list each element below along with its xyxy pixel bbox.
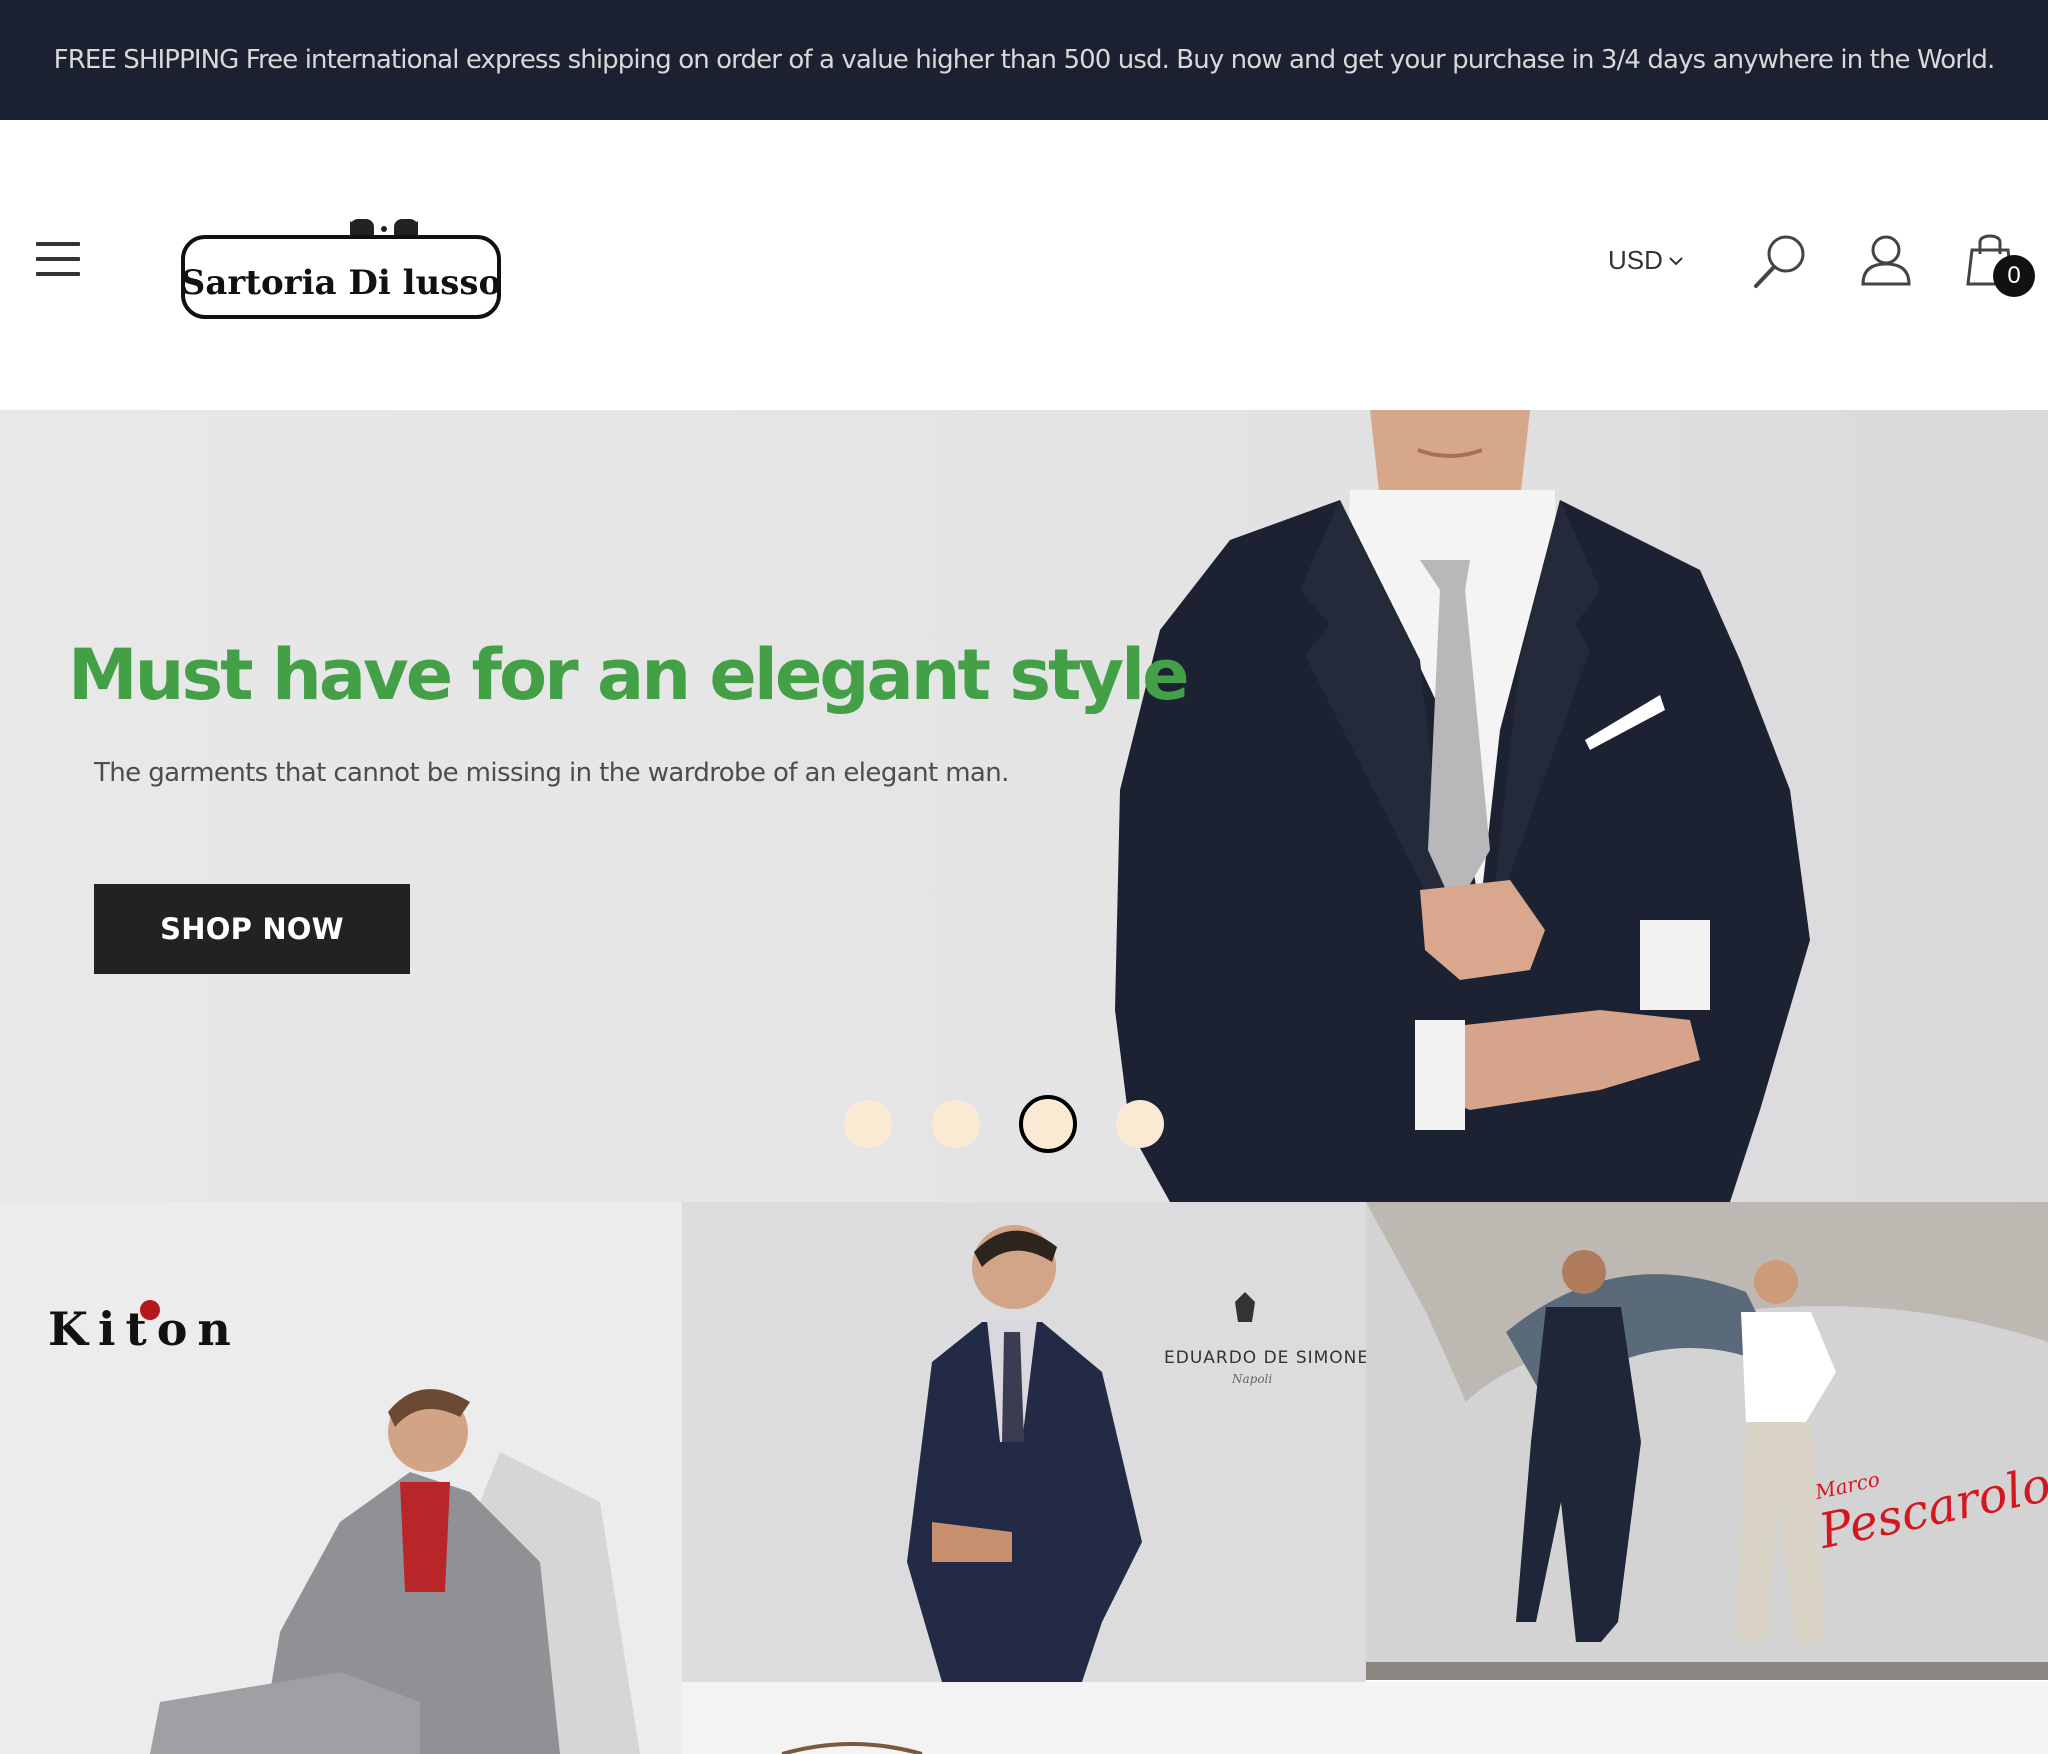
shop-now-button[interactable]: SHOP NOW [94,884,410,974]
hero-title: Must have for an elegant style [68,634,1190,716]
eduardo-de-simone-model-image [907,1225,1255,1682]
brand-tile-next[interactable] [682,1682,2048,1754]
brand-tile-marco-pescarolo[interactable] [1366,1202,2048,1680]
slide-dot-3[interactable] [1019,1095,1077,1153]
announcement-bar: FREE SHIPPING Free international express… [0,0,2048,120]
site-header: Sartoria Di lusso USD [0,120,2048,410]
slide-dot-2[interactable] [932,1100,980,1148]
kiton-logo: Kiton [48,1302,241,1356]
eduardo-de-simone-logo: EDUARDO DE SIMONE [1164,1348,1370,1368]
brand-tile-eduardo-de-simone[interactable] [682,1202,1366,1682]
logo-text: Sartoria Di lusso [181,263,501,303]
menu-icon[interactable] [36,242,80,276]
eduardo-de-simone-city: Napoli [1232,1372,1273,1386]
hero-banner: Must have for an elegant style The garme… [0,410,2048,1202]
search-icon[interactable] [1752,232,1810,290]
account-icon[interactable] [1860,234,1912,286]
cart-count-badge: 0 [1993,255,2035,297]
hero-subtitle: The garments that cannot be missing in t… [94,758,1009,788]
kiton-model-image [150,1389,640,1754]
brand-tile-kiton[interactable]: Kiton [0,1202,682,1754]
currency-selector[interactable]: USD [1608,240,1683,280]
slide-dot-4[interactable] [1116,1100,1164,1148]
currency-label: USD [1608,244,1663,275]
site-logo[interactable]: Sartoria Di lusso [180,215,502,330]
announcement-text: FREE SHIPPING Free international express… [53,45,1996,75]
slide-dot-1[interactable] [844,1100,892,1148]
marco-pescarolo-models-image [1366,1202,2048,1680]
hero-model-image [1115,410,1810,1202]
chevron-down-icon [1669,257,1683,266]
next-tile-image [781,1742,923,1754]
